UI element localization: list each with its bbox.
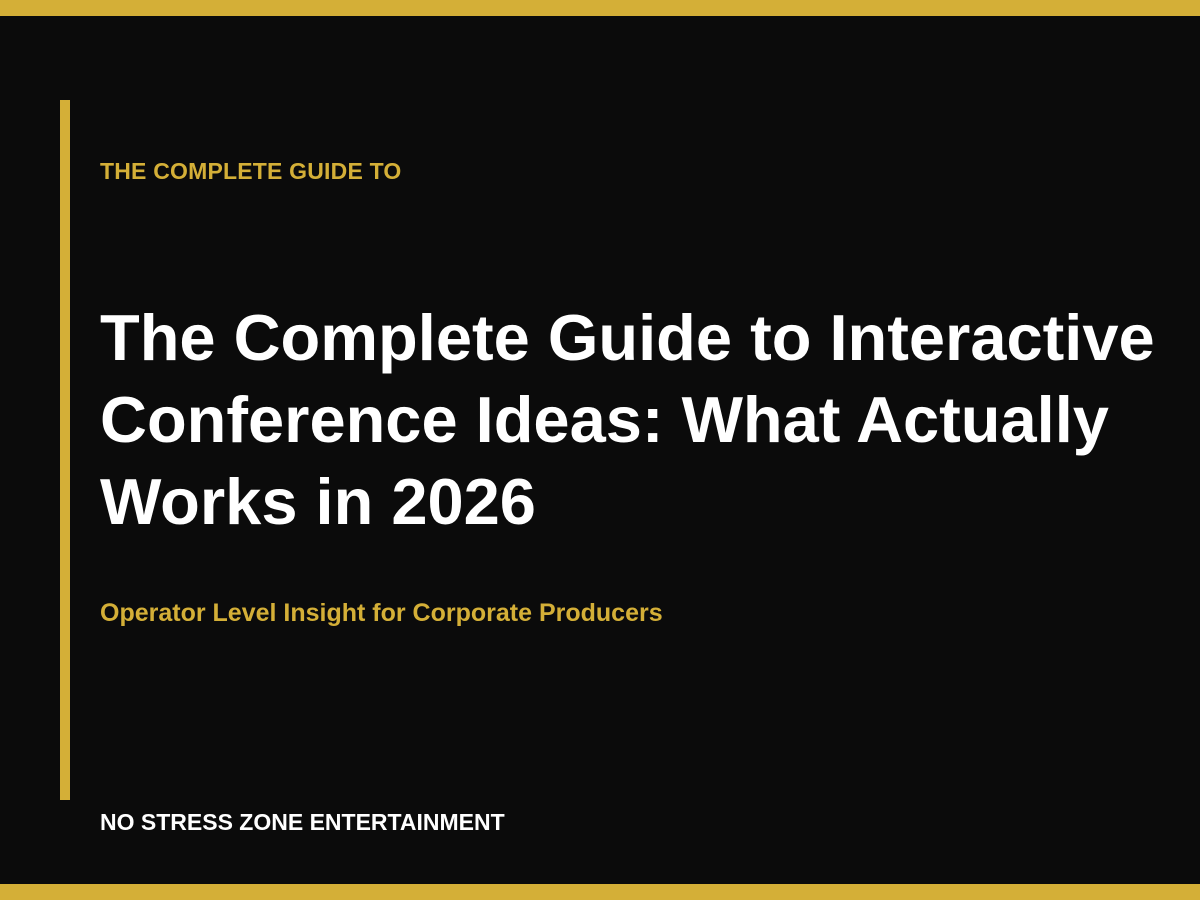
top-accent-band (0, 0, 1200, 16)
vertical-accent-bar (60, 100, 70, 800)
page-title: The Complete Guide to Interactive Confer… (100, 301, 1155, 538)
bottom-accent-band (0, 884, 1200, 900)
eyebrow-label: THE COMPLETE GUIDE TO (100, 158, 402, 184)
subtitle: Operator Level Insight for Corporate Pro… (100, 599, 663, 627)
brand-name: NO STRESS ZONE ENTERTAINMENT (100, 809, 505, 835)
